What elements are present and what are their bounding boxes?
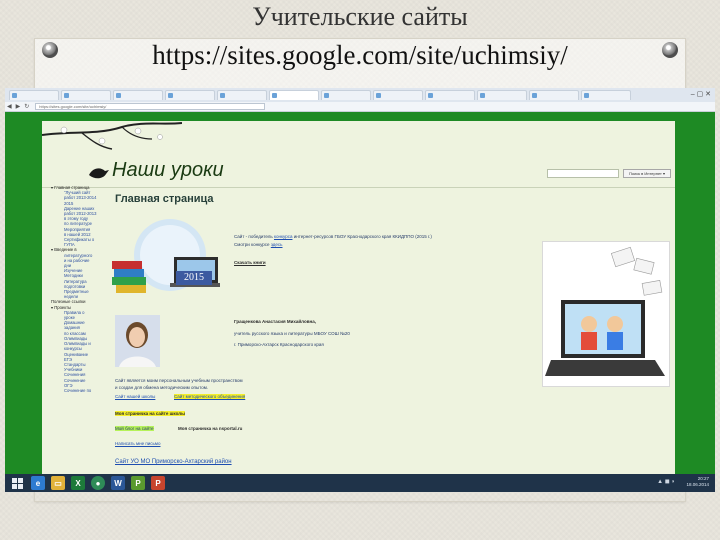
favicon-icon — [584, 93, 589, 98]
search-button[interactable]: Поиск в Интернет ▾ — [623, 169, 671, 178]
internet-explorer-icon[interactable]: e — [31, 476, 45, 490]
address-bar-row: ◀ ▶ ↻ https://sites.google.com/site/uchi… — [5, 102, 715, 112]
browser-tab[interactable] — [477, 90, 527, 100]
browser-tab[interactable] — [425, 90, 475, 100]
tray-clock[interactable]: 20:27 18.06.2014 — [686, 476, 709, 488]
excel-icon[interactable]: X — [71, 476, 85, 490]
award-line: Сайт - победитель конкурса интернет-ресу… — [234, 234, 432, 239]
favicon-icon — [116, 93, 121, 98]
reload-icon[interactable]: ↻ — [22, 103, 31, 110]
favicon-icon — [480, 93, 485, 98]
sidebar-item[interactable]: Сочинение по — [46, 388, 110, 393]
district-site-link[interactable]: Сайт УО МО Приморско-Ахтарский район — [115, 459, 232, 465]
browser-screenshot: – ▢ ✕ ◀ ▶ ↻ https://sites.google.com/sit… — [5, 88, 715, 492]
blog-link[interactable]: Мой блог на сайте — [115, 426, 154, 431]
browser-tab[interactable] — [113, 90, 163, 100]
browser-tab[interactable] — [61, 90, 111, 100]
award-line2: Смотри конкурсе здесь — [234, 242, 283, 247]
badge-year: 2015 — [176, 271, 212, 285]
system-tray-icons[interactable]: ▲ ◼ ◗ — [657, 478, 675, 485]
laptop-illustration — [545, 246, 665, 376]
window-controls[interactable]: – ▢ ✕ — [691, 90, 711, 98]
powerpoint-icon[interactable]: P — [151, 476, 165, 490]
browser-tabbar: – ▢ ✕ — [5, 88, 715, 102]
school-site-link[interactable]: Сайт нашей школы — [115, 394, 155, 399]
header-divider — [42, 187, 675, 188]
favicon-icon — [272, 93, 277, 98]
intro-text-1: Сайт является моим персональным учебным … — [115, 378, 243, 383]
site-title[interactable]: Наши уроки — [112, 159, 224, 182]
slide-url: https://sites.google.com/site/uchimsiy/ — [152, 40, 568, 70]
windows-taskbar: e ▭ X ● W P P ▲ ◼ ◗ 20:27 18.06.2014 — [5, 474, 715, 492]
award-link[interactable]: конкурса — [274, 234, 292, 239]
methodic-site-link[interactable]: Сайт методического объединения — [174, 394, 246, 399]
teacher-name: Гращенкова Анастасия Михайловна, — [234, 319, 316, 324]
download-books-link[interactable]: Скачать книги — [234, 260, 266, 265]
chrome-icon[interactable]: ● — [91, 476, 105, 490]
forward-icon[interactable]: ▶ — [14, 103, 23, 110]
windows-start-icon[interactable] — [9, 476, 25, 490]
teacher-photo — [115, 315, 160, 367]
favicon-icon — [64, 93, 69, 98]
award-text-suffix: интернет-ресурсов ГБОУ Краснодарского кр… — [292, 234, 432, 239]
nsportal-link[interactable]: Моя страничка на nsportal.ru — [178, 426, 242, 431]
favicon-icon — [532, 93, 537, 98]
favicon-icon — [376, 93, 381, 98]
browser-tab[interactable] — [165, 90, 215, 100]
sidebar-navigation: ▾ Главная страница "Лучший сайт работ 2013… — [46, 185, 110, 474]
school-page-link[interactable]: Моя страничка на сайте школы — [115, 411, 185, 416]
browser-tab[interactable] — [217, 90, 267, 100]
teacher-place: г. Приморско-Ахтарск Краснодарского края — [234, 342, 324, 347]
award-badge-image — [112, 219, 220, 293]
browser-tab[interactable] — [373, 90, 423, 100]
browser-tab[interactable] — [581, 90, 631, 100]
laptop-children-image — [542, 241, 670, 387]
award-text: Сайт - победитель — [234, 234, 274, 239]
browser-tab[interactable] — [321, 90, 371, 100]
slide-title: Учительские сайты — [252, 2, 468, 31]
tray-date: 18.06.2014 — [686, 482, 709, 487]
bird-icon — [89, 168, 109, 179]
favicon-icon — [220, 93, 225, 98]
page-heading: Главная страница — [115, 193, 214, 205]
pushpin-icon — [662, 42, 678, 58]
folder-icon[interactable]: ▭ — [51, 476, 65, 490]
search-input[interactable] — [547, 169, 619, 178]
pushpin-icon — [42, 42, 58, 58]
award-here-link[interactable]: здесь — [271, 242, 283, 247]
address-bar-input[interactable]: https://sites.google.com/site/uchimsiy/ — [35, 103, 266, 110]
award-text2: Смотри конкурсе — [234, 242, 271, 247]
browser-tab[interactable] — [9, 90, 59, 100]
browser-tab[interactable] — [529, 90, 579, 100]
site-page: Наши уроки Поиск в Интернет ▾ ▾ Главная … — [42, 121, 675, 474]
favicon-icon — [168, 93, 173, 98]
browser-tab-active[interactable] — [269, 90, 319, 100]
write-letter-link[interactable]: Написать мне письмо — [115, 441, 161, 446]
favicon-icon — [12, 93, 17, 98]
intro-text-2: и создан для обмена методическим опытом. — [115, 385, 209, 390]
word-icon[interactable]: W — [111, 476, 125, 490]
teacher-role: учитель русского языка и литературы МБОУ… — [234, 331, 350, 336]
back-icon[interactable]: ◀ — [5, 103, 14, 110]
favicon-icon — [324, 93, 329, 98]
favicon-icon — [428, 93, 433, 98]
publisher-icon[interactable]: P — [131, 476, 145, 490]
